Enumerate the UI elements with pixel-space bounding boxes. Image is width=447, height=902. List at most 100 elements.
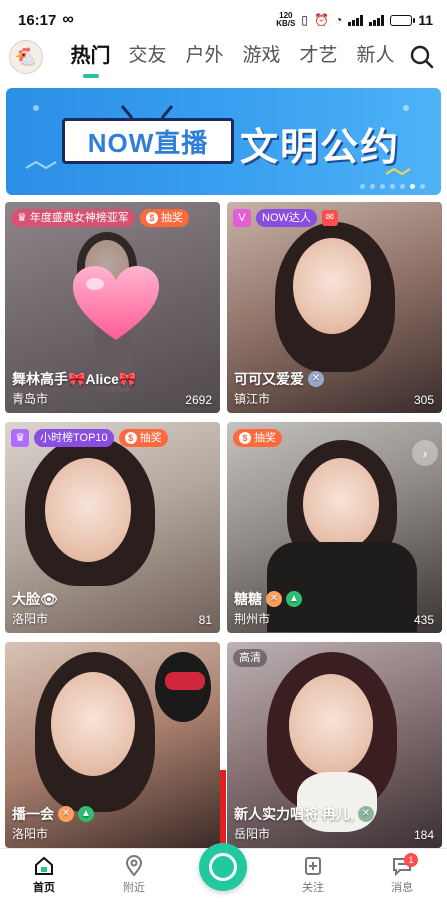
card-tags: V NOW达人 ✉ <box>233 209 338 227</box>
net-speed-unit: KB/S <box>276 19 296 28</box>
follow-icon <box>305 857 321 875</box>
lottery-tag: $ 抽奖 <box>139 209 189 227</box>
streamer-face <box>289 674 373 776</box>
streamer-jacket <box>267 542 417 632</box>
red-envelope-icon: ✉ <box>321 210 338 226</box>
live-card[interactable]: ♛ 小时榜TOP10 $ 抽奖 大脸👁 洛阳市 81 <box>5 422 220 633</box>
v-badge-icon: V <box>233 209 251 227</box>
rank-tag: ♛ 年度盛典女神榜亚军 <box>11 209 135 227</box>
coin-icon: $ <box>124 432 137 444</box>
streamer-name-text: 糖糖 <box>234 591 262 607</box>
streamer-name: 大脸👁 <box>12 591 58 607</box>
live-card[interactable]: V NOW达人 ✉ 可可又爱爱 ✕ 镇江市 305 <box>227 202 442 413</box>
category-tabs: 热门 交友 户外 游戏 才艺 新人 <box>62 40 404 76</box>
net-speed: 120 KB/S <box>276 12 295 28</box>
rank-tag: 小时榜TOP10 <box>34 429 114 447</box>
tab-games[interactable]: 游戏 <box>233 40 290 76</box>
status-bar: 16:17 ∞ 120 KB/S ▯ ⏰ ◔ 11 <box>0 0 447 40</box>
viewer-count: 2692 <box>185 393 212 407</box>
banner-pagination <box>360 184 425 189</box>
promo-banner[interactable]: NOW直播 文明公约 <box>6 88 441 195</box>
streamer-name: 舞林高手🎀Alice🎀 <box>12 371 137 387</box>
nav-follow[interactable]: 关注 <box>283 855 343 895</box>
rank-tag-label: 年度盛典女神榜亚军 <box>29 212 129 224</box>
streamer-face <box>293 238 371 334</box>
message-badge: 1 <box>404 853 418 867</box>
nav-messages-label: 消息 <box>391 882 413 894</box>
lottery-tag: $ 抽奖 <box>233 429 282 447</box>
nav-home-label: 首页 <box>33 882 55 894</box>
nav-home[interactable]: 首页 <box>14 855 74 895</box>
streamer-name-text: 播一会 <box>12 806 54 822</box>
alarm-icon: ⏰ <box>313 13 329 27</box>
live-card[interactable]: 高清 新人实力唱将 冉儿, ✕ 岳阳市 184 <box>227 642 442 848</box>
signal-icon <box>348 14 364 26</box>
bell-icon: ▲ <box>286 591 302 607</box>
streamer-face <box>303 458 379 550</box>
streamer-city: 洛阳市 <box>12 612 49 626</box>
go-live-button[interactable] <box>199 843 247 891</box>
lottery-tag: $ 抽奖 <box>118 429 168 447</box>
viewer-count: 305 <box>413 393 434 407</box>
nav-follow-label: 关注 <box>302 882 324 894</box>
chevron-right-icon[interactable]: › <box>412 440 438 466</box>
live-card[interactable]: ♛ 年度盛典女神榜亚军 $ 抽奖 舞林高手🎀Alice🎀 青岛市 2692 <box>5 202 220 413</box>
viewer-count: 81 <box>198 613 212 627</box>
search-icon[interactable] <box>409 44 435 70</box>
banner-dot <box>400 184 405 189</box>
status-time: 16:17 <box>18 11 57 29</box>
viewer-count: 435 <box>413 613 434 627</box>
card-tags: ♛ 小时榜TOP10 $ 抽奖 <box>11 429 168 447</box>
rank-tag-label: 小时榜TOP10 <box>40 432 108 444</box>
streamer-face <box>45 458 131 562</box>
heart-icon <box>73 266 159 340</box>
streamer-face <box>51 672 135 776</box>
banner-dot <box>380 184 385 189</box>
battery-level: 11 <box>418 12 433 28</box>
status-left: 16:17 ∞ <box>18 11 74 29</box>
live-card[interactable]: $ 抽奖 › 糖糖 ✕ ▲ 荆州市 435 <box>227 422 442 633</box>
hd-tag: 高清 <box>233 649 267 667</box>
tab-hot[interactable]: 热门 <box>62 40 119 76</box>
banner-dot <box>390 184 395 189</box>
talent-tag-label: NOW达人 <box>262 212 311 224</box>
infinity-icon: ∞ <box>62 11 74 28</box>
lottery-label: 抽奖 <box>139 432 162 444</box>
lottery-label: 抽奖 <box>160 212 183 224</box>
level-icon: ✕ <box>58 806 74 822</box>
banner-dot-active <box>410 184 415 189</box>
user-avatar[interactable]: 🐔 <box>9 40 43 74</box>
minnie-bow <box>165 672 205 690</box>
live-card[interactable]: 播一会 ✕ ▲ 洛阳市 <box>5 642 220 848</box>
crown-icon: ♛ <box>11 429 29 447</box>
streamer-name: 播一会 ✕ ▲ <box>12 804 94 824</box>
card-tags: 高清 <box>233 649 267 667</box>
tab-talent[interactable]: 才艺 <box>290 40 347 76</box>
tab-friends[interactable]: 交友 <box>119 40 176 76</box>
streamer-name: 可可又爱爱 ✕ <box>234 369 324 389</box>
tv-antenna-icon <box>120 105 174 118</box>
nav-nearby[interactable]: 附近 <box>104 855 164 895</box>
now-live-logo: NOW直播 <box>62 105 234 166</box>
top-nav: 🐔 热门 交友 户外 游戏 才艺 新人 <box>0 40 447 84</box>
red-arrow-annotation <box>214 770 232 856</box>
nav-messages[interactable]: 消息 1 <box>372 853 432 895</box>
streamer-city: 荆州市 <box>234 612 271 626</box>
tab-newcomers[interactable]: 新人 <box>347 40 404 76</box>
trophy-icon: ♛ <box>17 212 27 224</box>
banner-dot <box>420 184 425 189</box>
streamer-city: 镇江市 <box>234 392 271 406</box>
tab-outdoor[interactable]: 户外 <box>176 40 233 76</box>
talent-tag: NOW达人 <box>256 209 317 227</box>
level-icon: ✕ <box>308 371 324 387</box>
now-label-box: NOW直播 <box>62 118 234 164</box>
nav-nearby-label: 附近 <box>123 882 145 894</box>
streamer-name: 新人实力唱将 冉儿, ✕ <box>234 804 374 824</box>
streamer-city: 青岛市 <box>12 392 49 406</box>
streamer-name: 糖糖 ✕ ▲ <box>234 589 302 609</box>
banner-dot <box>370 184 375 189</box>
card-tags: ♛ 年度盛典女神榜亚军 $ 抽奖 <box>11 209 189 227</box>
level-icon: ✕ <box>357 806 374 822</box>
card-tags: $ 抽奖 <box>233 429 282 447</box>
streamer-name-text: 新人实力唱将 冉儿, <box>234 806 354 822</box>
